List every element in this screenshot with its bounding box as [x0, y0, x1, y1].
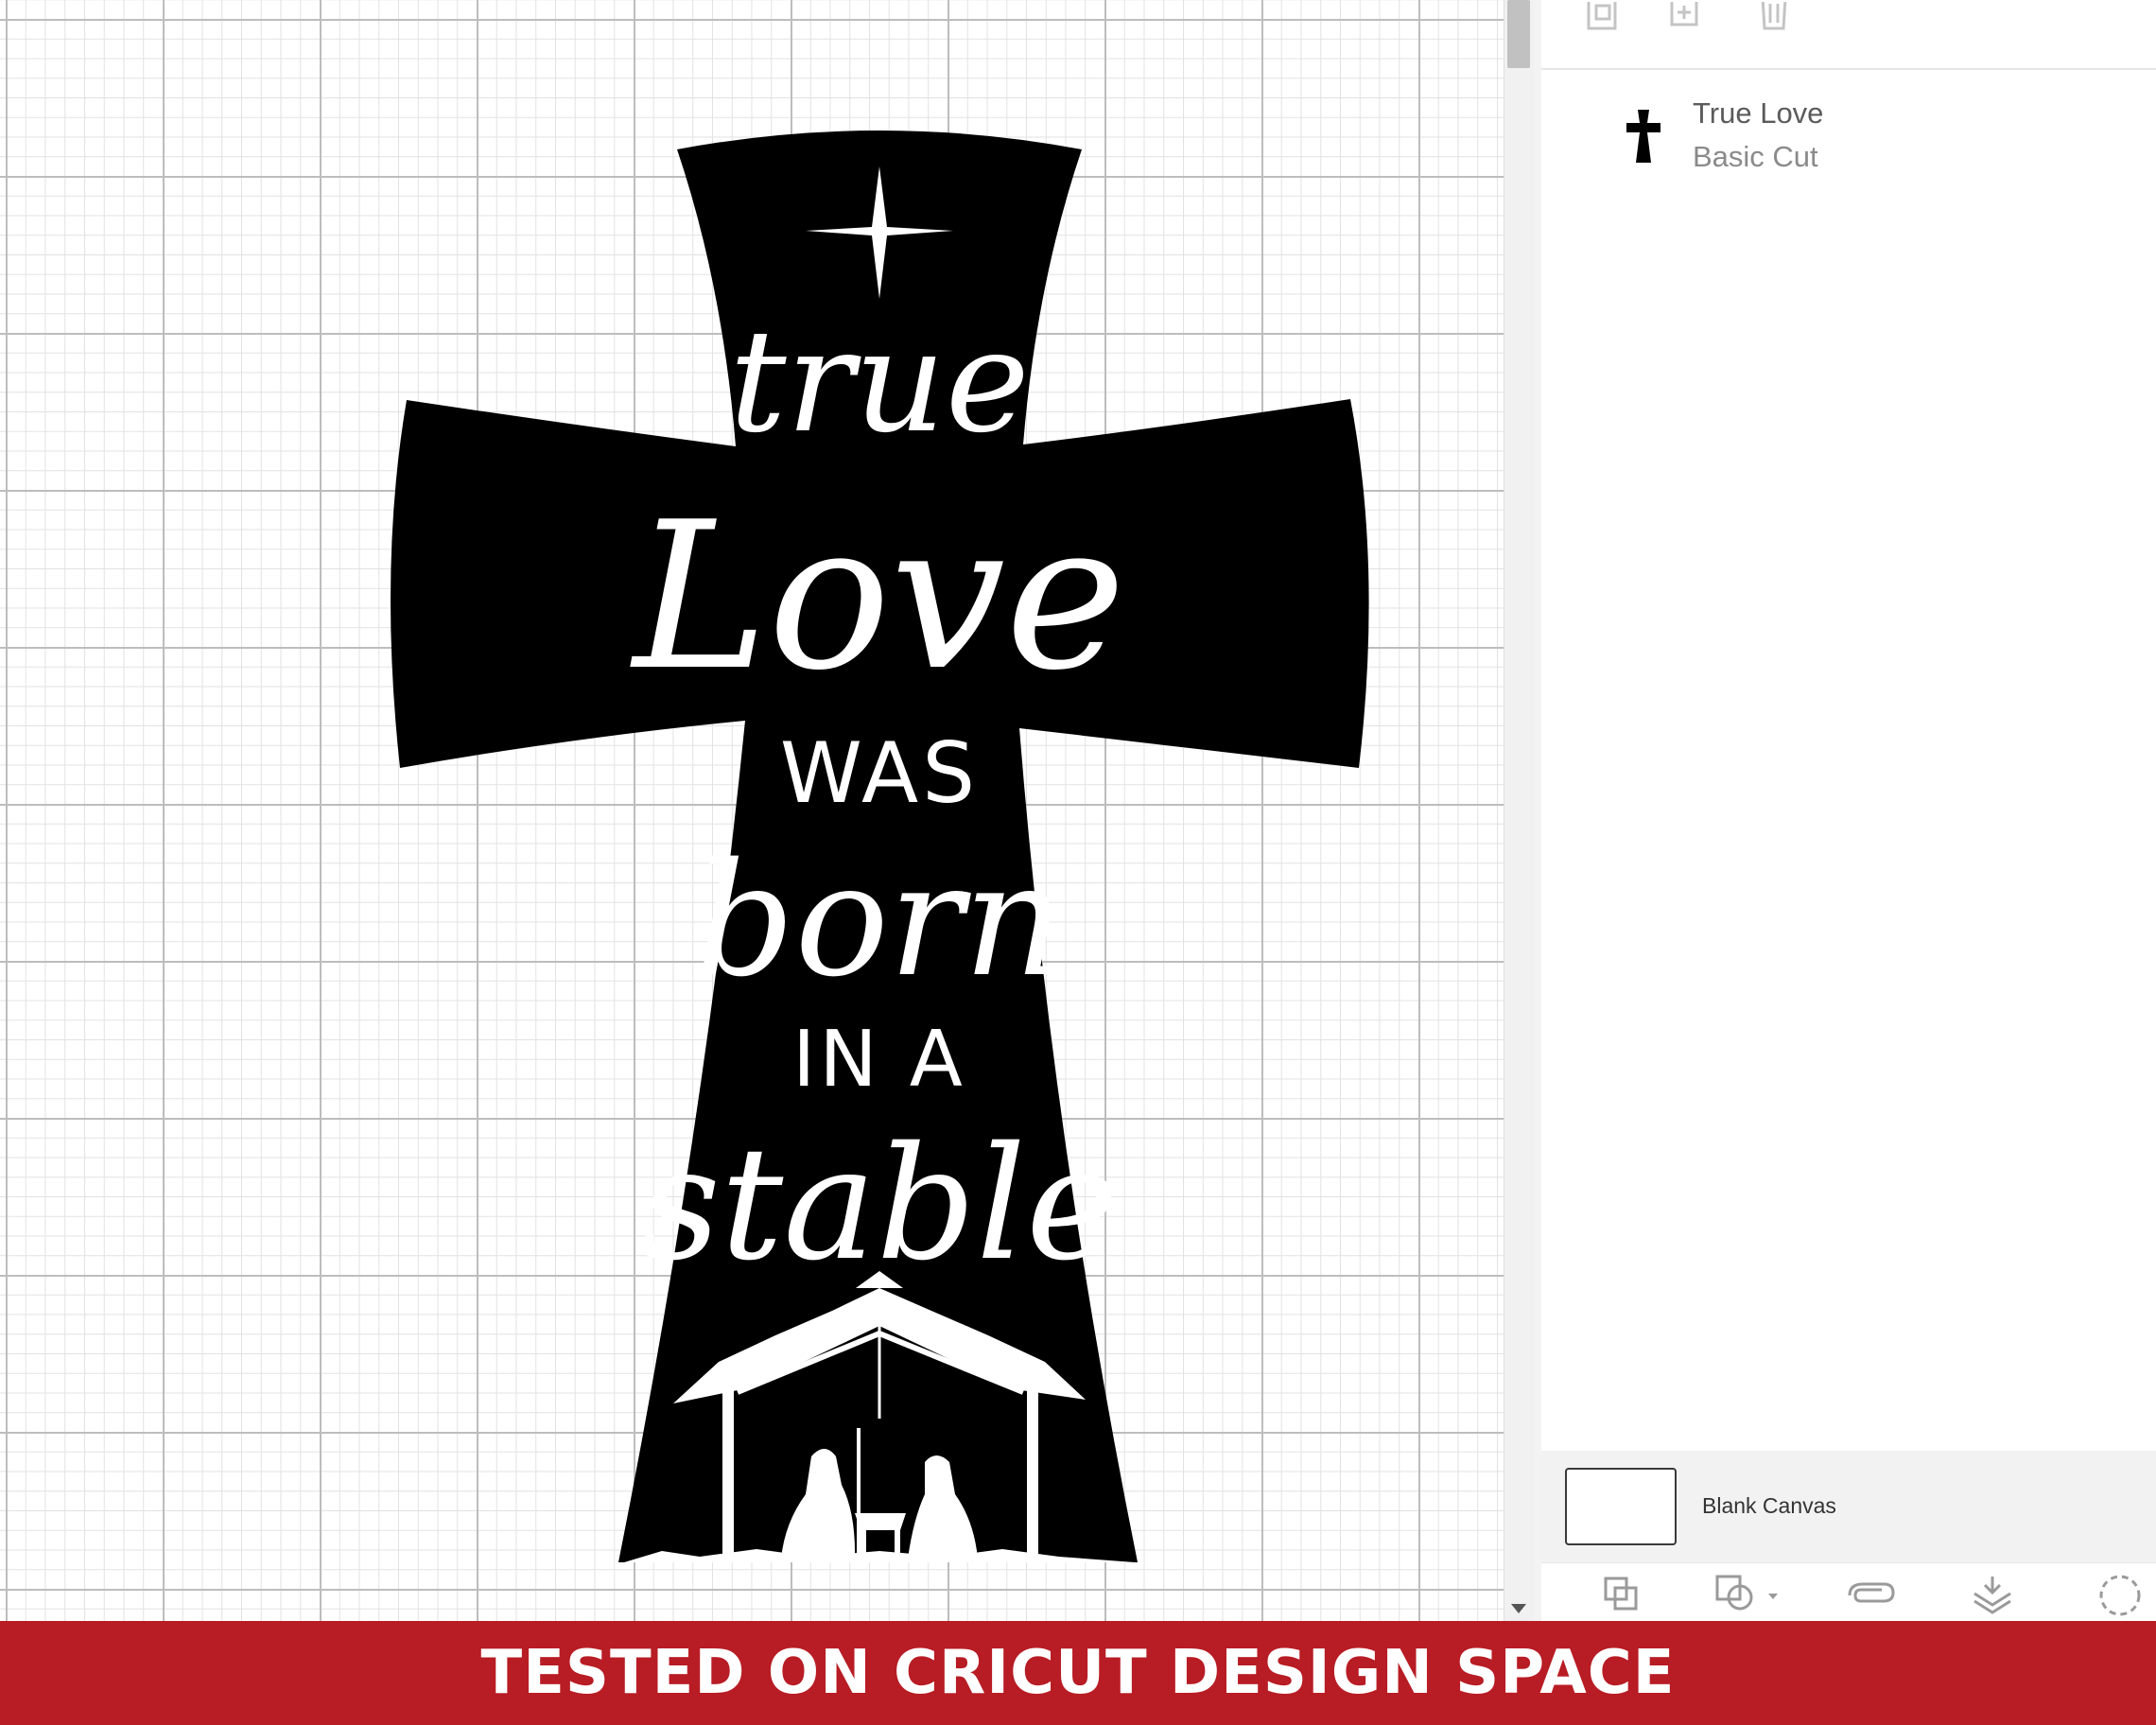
- design-line-5: IN A: [792, 1015, 966, 1105]
- group-icon[interactable]: [1583, 2, 1625, 36]
- scroll-down-arrow-icon[interactable]: [1511, 1604, 1526, 1613]
- delete-icon[interactable]: [1755, 2, 1793, 36]
- canvas-scrollbar[interactable]: [1504, 0, 1535, 1621]
- contour-icon[interactable]: [2095, 1573, 2145, 1616]
- layer-operation: Basic Cut: [1693, 140, 1818, 173]
- cross-icon: [1626, 110, 1660, 163]
- design-line-1: true: [729, 300, 1029, 464]
- flatten-icon[interactable]: [1969, 1573, 2016, 1614]
- cross-design[interactable]: true Love WAS born IN A stable: [0, 0, 1504, 1621]
- layers-bottom-toolbar: [1541, 1562, 2156, 1622]
- slice-icon[interactable]: [1598, 1573, 1642, 1612]
- layer-item[interactable]: True Love Basic Cut: [1541, 81, 2156, 185]
- blank-canvas-row[interactable]: Blank Canvas: [1541, 1451, 2156, 1562]
- layers-panel: True Love Basic Cut Blank Canvas: [1541, 0, 2156, 1622]
- duplicate-icon[interactable]: [1668, 2, 1710, 36]
- design-line-3: WAS: [780, 724, 979, 822]
- layers-toolbar: [1541, 0, 2156, 70]
- scrollbar-thumb[interactable]: [1507, 0, 1530, 68]
- canvas-color-swatch[interactable]: [1565, 1468, 1677, 1545]
- combine-icon[interactable]: [1712, 1573, 1787, 1612]
- panel-divider: [1534, 0, 1541, 1621]
- layer-name: True Love: [1693, 96, 1824, 130]
- design-line-2: Love: [630, 478, 1126, 715]
- design-line-6: stable: [640, 1113, 1118, 1295]
- attach-icon[interactable]: [1844, 1573, 1897, 1612]
- promo-banner: TESTED ON CRICUT DESIGN SPACE: [0, 1621, 2156, 1725]
- design-line-4: born: [695, 829, 1064, 1011]
- banner-text: TESTED ON CRICUT DESIGN SPACE: [480, 1638, 1676, 1708]
- design-canvas[interactable]: true Love WAS born IN A stable: [0, 0, 1504, 1621]
- canvas-label: Blank Canvas: [1702, 1493, 1836, 1518]
